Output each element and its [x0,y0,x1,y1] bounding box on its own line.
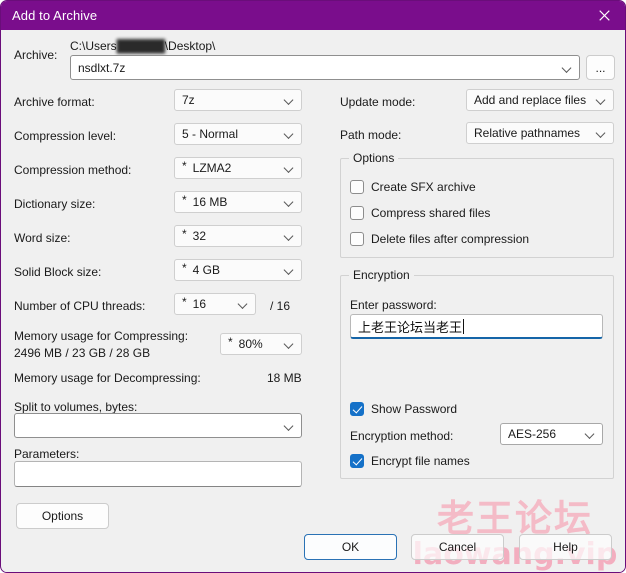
compression-level-value: 5 - Normal [182,127,239,141]
close-icon[interactable] [582,1,625,30]
word-size-value: 32 [192,229,207,243]
options-group-title: Options [349,151,399,165]
checkbox-encrypt-file-names[interactable]: Encrypt file names [350,454,470,468]
chevron-down-icon [285,266,294,275]
chevron-down-icon [285,340,294,349]
archive-label: Archive: [14,48,58,62]
checkbox-label: Encrypt file names [371,454,470,468]
cpu-threads-total: / 16 [270,299,291,313]
browse-button[interactable]: ... [586,55,615,80]
split-volumes-combobox[interactable] [14,413,302,438]
ok-button[interactable]: OK [304,534,397,560]
default-marker: * [228,335,233,349]
split-volumes-label: Split to volumes, bytes: [14,400,138,414]
memory-decompress-label: Memory usage for Decompressing: [14,371,201,385]
checkbox-show-password[interactable]: Show Password [350,402,457,416]
dictionary-size-value: 16 MB [192,195,228,209]
checkbox-icon [350,402,364,416]
encryption-method-value: AES-256 [508,427,557,441]
checkbox-label: Delete files after compression [371,232,530,246]
chevron-down-icon [285,164,294,173]
cancel-button[interactable]: Cancel [411,534,504,560]
watermark-chinese-text: 老王论坛 [437,497,593,540]
chevron-down-icon [597,96,606,105]
chevron-down-icon [597,129,606,138]
solid-block-size-combobox[interactable]: * 4 GB [174,259,302,281]
memory-compress-values: 2496 MB / 23 GB / 28 GB [14,346,151,360]
default-marker: * [182,227,187,241]
compression-method-combobox[interactable]: * LZMA2 [174,157,302,179]
memory-percent-value: 80% [238,337,263,351]
parameters-label: Parameters: [14,447,80,461]
default-marker: * [182,159,187,173]
password-value: 上老王论坛当老王 [358,320,463,336]
memory-percent-combobox[interactable]: * 80% [220,333,302,355]
update-mode-label: Update mode: [340,95,416,109]
archive-format-label: Archive format: [14,95,95,109]
archive-name-value: nsdlxt.7z [78,60,126,75]
compression-level-label: Compression level: [14,129,117,143]
checkbox-icon [350,206,364,220]
encryption-group-title: Encryption [349,268,414,282]
memory-compress-label: Memory usage for Compressing: [14,329,189,343]
compression-method-value: LZMA2 [192,161,232,175]
path-mode-value: Relative pathnames [474,126,581,140]
parameters-input[interactable] [14,461,302,487]
checkbox-label: Show Password [371,402,458,416]
checkbox-label: Compress shared files [371,206,491,220]
help-button[interactable]: Help [519,534,612,560]
checkbox-compress-shared-files[interactable]: Compress shared files [350,206,490,220]
dictionary-size-label: Dictionary size: [14,197,96,211]
memory-decompress-value: 18 MB [267,371,302,385]
checkbox-label: Create SFX archive [371,180,476,194]
chevron-down-icon [285,232,294,241]
update-mode-combobox[interactable]: Add and replace files [466,89,614,111]
checkbox-delete-files-after-compression[interactable]: Delete files after compression [350,232,529,246]
solid-block-size-value: 4 GB [192,263,221,277]
chevron-down-icon [586,430,595,439]
password-input[interactable]: 上老王论坛当老王 [350,314,603,339]
archive-path-display: C:\Users ██████ \Desktop\ [70,39,215,53]
checkbox-icon [350,180,364,194]
chevron-down-icon [239,300,248,309]
dictionary-size-combobox[interactable]: * 16 MB [174,191,302,213]
text-caret [463,318,465,334]
chevron-down-icon [285,130,294,139]
add-to-archive-dialog: Add to Archive Archive: C:\Users ██████ \D… [0,0,626,573]
checkbox-icon [350,232,364,246]
default-marker: * [182,193,187,207]
archive-path-username-redacted: ██████ [116,39,166,53]
chevron-down-icon [563,63,572,72]
default-marker: * [182,295,187,309]
compression-method-label: Compression method: [14,163,132,177]
compression-level-combobox[interactable]: 5 - Normal [174,123,302,145]
archive-format-combobox[interactable]: 7z [174,89,302,111]
path-mode-label: Path mode: [340,128,402,142]
word-size-label: Word size: [14,231,71,245]
options-button[interactable]: Options [16,503,109,529]
default-marker: * [182,261,187,275]
word-size-combobox[interactable]: * 32 [174,225,302,247]
enter-password-label: Enter password: [350,298,437,312]
window-title: Add to Archive [12,8,98,23]
checkbox-create-sfx-archive[interactable]: Create SFX archive [350,180,476,194]
chevron-down-icon [285,198,294,207]
dialog-body: Archive: C:\Users ██████ \Desktop\ nsdlxt.… [2,30,625,572]
path-mode-combobox[interactable]: Relative pathnames [466,122,614,144]
archive-path-prefix: C:\Users [70,39,117,53]
chevron-down-icon [285,96,294,105]
solid-block-size-label: Solid Block size: [14,265,102,279]
chevron-down-icon [285,421,294,430]
encryption-method-combobox[interactable]: AES-256 [500,423,603,445]
archive-path-suffix: \Desktop\ [164,39,216,53]
archive-name-combobox[interactable]: nsdlxt.7z [70,55,580,80]
cpu-threads-value: 16 [192,297,207,311]
archive-format-value: 7z [182,93,195,107]
update-mode-value: Add and replace files [474,93,587,107]
encryption-method-label: Encryption method: [350,429,454,443]
checkbox-icon [350,454,364,468]
cpu-threads-combobox[interactable]: * 16 [174,293,256,315]
cpu-threads-label: Number of CPU threads: [14,299,146,313]
title-bar: Add to Archive [1,1,625,30]
